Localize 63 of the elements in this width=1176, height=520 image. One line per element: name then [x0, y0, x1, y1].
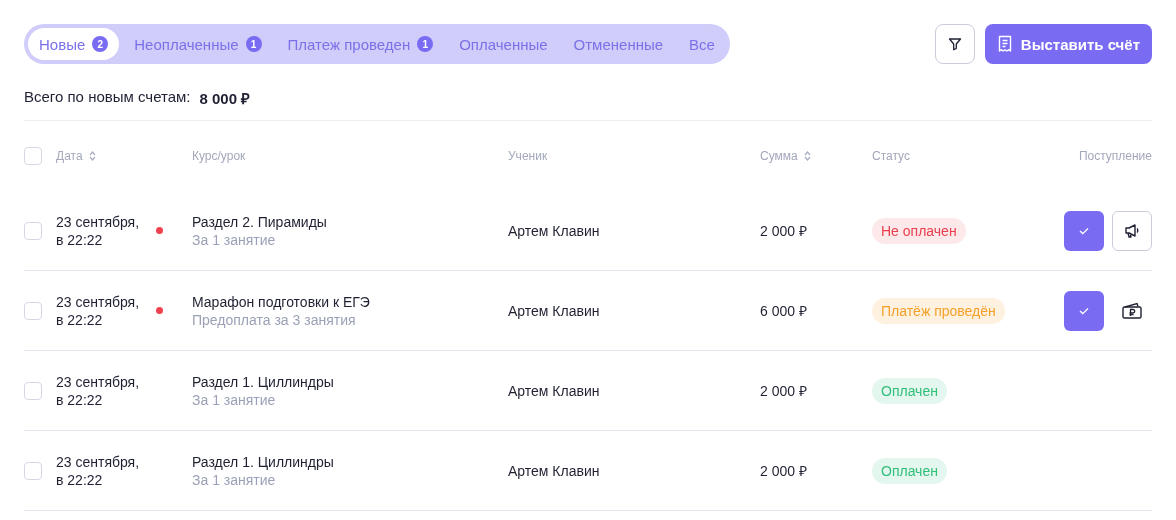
- total-value: 8 000 ₽: [199, 89, 251, 108]
- filter-button[interactable]: [934, 24, 975, 64]
- time-text: в 22:22: [56, 471, 104, 488]
- course-note: За 1 занятие: [192, 231, 277, 248]
- megaphone-button[interactable]: [1112, 210, 1152, 251]
- confirm-button[interactable]: [1064, 210, 1104, 251]
- date-text: 23 сентября,: [56, 213, 141, 230]
- confirm-button[interactable]: [1064, 290, 1104, 331]
- course-note: За 1 занятие: [192, 391, 277, 408]
- status-badge: Не оплачен: [872, 217, 966, 244]
- date-text: 23 сентября,: [56, 373, 141, 390]
- student-name: Артем Клавин: [508, 222, 601, 239]
- course-note: Предоплата за 3 занятия: [192, 311, 357, 328]
- status-badge: Оплачен: [872, 457, 947, 484]
- time-text: в 22:22: [56, 231, 104, 248]
- filter-tab[interactable]: Оплаченные: [448, 28, 559, 60]
- filter-tab[interactable]: Платеж проведен 1: [276, 28, 445, 60]
- course-title: Раздел 1. Циллиндры: [192, 453, 335, 470]
- time-text: в 22:22: [56, 391, 104, 408]
- course-title: Раздел 1. Циллиндры: [192, 373, 335, 390]
- filter-tab[interactable]: Отмененные: [562, 28, 675, 60]
- date-text: 23 сентября,: [56, 453, 141, 470]
- filter-tab[interactable]: Все: [678, 28, 726, 60]
- column-header[interactable]: Дата: [56, 149, 192, 163]
- row-checkbox[interactable]: [24, 381, 42, 400]
- sum-text: 2 000 ₽: [760, 382, 808, 400]
- course-note: За 1 занятие: [192, 471, 277, 488]
- check-icon: [1078, 305, 1090, 316]
- receipt-icon: [996, 35, 1013, 53]
- megaphone-icon: [1123, 222, 1141, 239]
- status-badge: Оплачен: [872, 377, 947, 404]
- sum-text: 2 000 ₽: [760, 462, 808, 480]
- sum-text: 2 000 ₽: [760, 222, 808, 240]
- cash-icon[interactable]: [1121, 300, 1143, 321]
- status-badge: Платёж проведён: [872, 297, 1005, 324]
- sort-icon[interactable]: [803, 151, 811, 161]
- row-checkbox[interactable]: [24, 221, 42, 240]
- count-badge: 1: [417, 36, 434, 52]
- sort-icon[interactable]: [88, 151, 96, 161]
- date-text: 23 сентября,: [56, 293, 141, 310]
- column-header[interactable]: Ученик: [508, 149, 760, 163]
- column-header[interactable]: Курс/урок: [192, 149, 508, 163]
- count-badge: 2: [92, 36, 109, 52]
- filter-tab[interactable]: Новые 2: [28, 28, 120, 60]
- course-title: Раздел 2. Пирамиды: [192, 213, 328, 230]
- row-checkbox[interactable]: [24, 301, 42, 320]
- column-header[interactable]: Поступление: [1078, 149, 1152, 163]
- student-name: Артем Клавин: [508, 382, 601, 399]
- student-name: Артем Клавин: [508, 302, 601, 319]
- filter-icon: [947, 37, 962, 51]
- course-title: Марафон подготовки к ЕГЭ: [192, 293, 371, 310]
- filter-tab[interactable]: Неоплаченные 1: [123, 28, 273, 60]
- row-checkbox[interactable]: [24, 461, 42, 480]
- time-text: в 22:22: [56, 311, 104, 328]
- column-header[interactable]: Статус: [872, 149, 1079, 163]
- student-name: Артем Клавин: [508, 462, 601, 479]
- total-label: Всего по новым счетам:: [24, 88, 191, 107]
- check-icon: [1078, 225, 1090, 236]
- create-invoice-button[interactable]: Выставить счёт: [984, 24, 1152, 64]
- count-badge: 1: [245, 36, 262, 52]
- sum-text: 6 000 ₽: [760, 302, 808, 320]
- column-header[interactable]: Сумма: [760, 149, 872, 163]
- select-all-checkbox[interactable]: [24, 147, 42, 165]
